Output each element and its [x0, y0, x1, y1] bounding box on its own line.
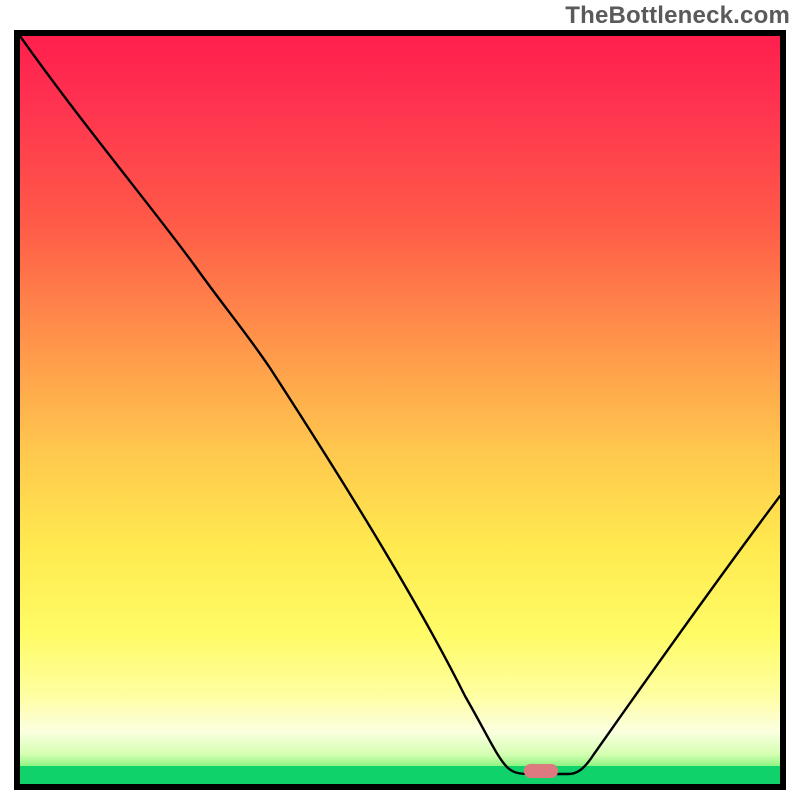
watermark-text: TheBottleneck.com: [565, 2, 790, 30]
bottleneck-curve-path: [20, 36, 780, 774]
chart-area: [14, 30, 786, 790]
optimal-marker: [524, 764, 558, 778]
bottleneck-curve: [20, 36, 780, 784]
